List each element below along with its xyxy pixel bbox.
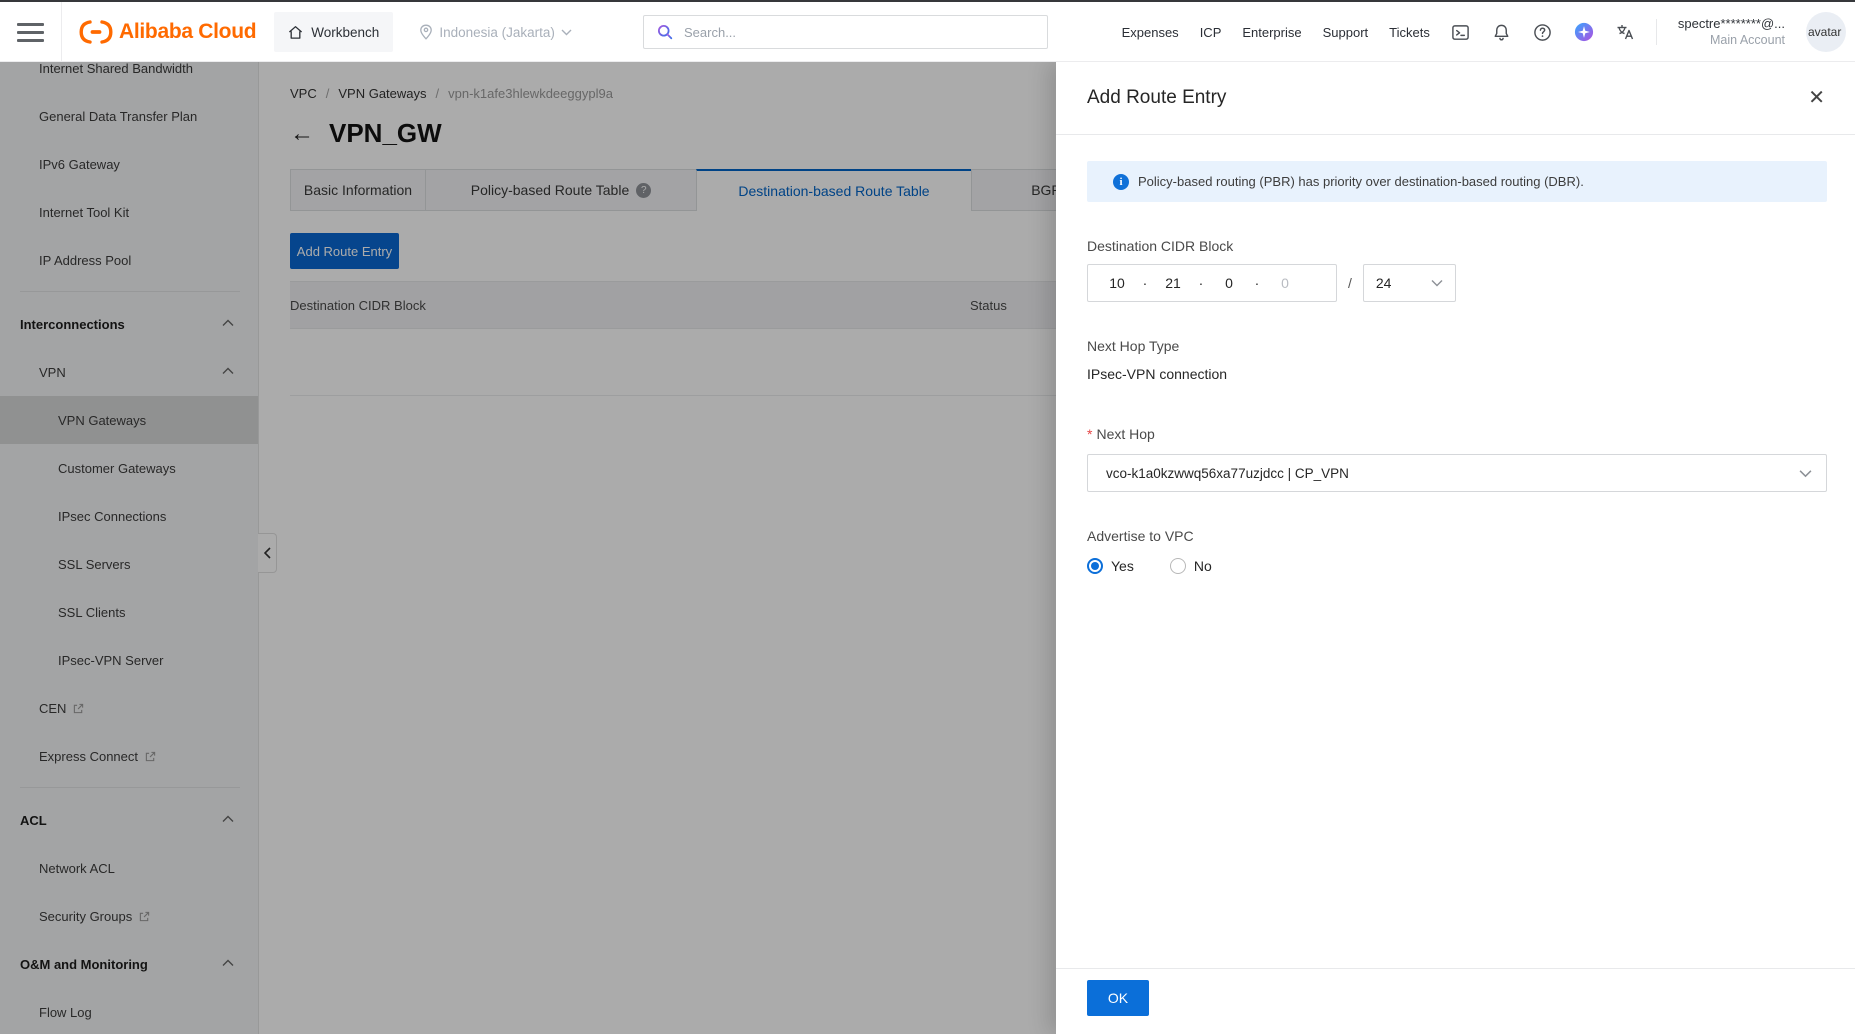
close-icon[interactable]: ✕ xyxy=(1808,88,1825,108)
global-search xyxy=(643,15,1048,49)
pbr-priority-info-alert: i Policy-based routing (PBR) has priorit… xyxy=(1087,161,1827,202)
chevron-down-icon xyxy=(561,29,572,36)
nav-link-icp[interactable]: ICP xyxy=(1200,25,1222,40)
octet-dot: · xyxy=(1142,275,1148,291)
hamburger-icon xyxy=(17,18,44,47)
nav-link-tickets[interactable]: Tickets xyxy=(1389,25,1430,40)
cidr-octet-2-input[interactable]: 21 xyxy=(1150,275,1196,291)
required-mark: * xyxy=(1087,426,1093,442)
ok-button[interactable]: OK xyxy=(1087,980,1149,1016)
account-email: spectre********@... xyxy=(1677,16,1785,31)
location-pin-icon xyxy=(419,24,433,40)
drawer-footer: OK xyxy=(1056,968,1855,1034)
help-icon[interactable] xyxy=(1533,22,1553,42)
region-label: Indonesia (Jakarta) xyxy=(439,24,555,40)
search-icon xyxy=(656,23,674,41)
alibaba-cloud-logo[interactable]: Alibaba Cloud xyxy=(79,19,257,45)
nav-link-expenses[interactable]: Expenses xyxy=(1122,25,1179,40)
search-input[interactable] xyxy=(684,24,1047,40)
header-divider xyxy=(1655,19,1657,45)
home-icon xyxy=(288,25,303,40)
account-info[interactable]: spectre********@... Main Account xyxy=(1678,15,1785,49)
next-hop-label: * Next Hop xyxy=(1087,426,1155,442)
top-header: Alibaba Cloud Workbench Indonesia (Jakar… xyxy=(0,2,1855,62)
next-hop-value: vco-k1a0kzwwq56xa77uzjdcc | CP_VPN xyxy=(1106,465,1349,481)
avatar[interactable]: avatar xyxy=(1806,12,1846,52)
cidr-octet-3-input[interactable]: 0 xyxy=(1206,275,1252,291)
ai-sparkle-icon[interactable] xyxy=(1574,22,1594,42)
drawer-overlay-mask[interactable] xyxy=(0,62,1056,1034)
chevron-down-icon xyxy=(1799,469,1812,477)
info-icon: i xyxy=(1113,173,1129,190)
brand-name: Alibaba Cloud xyxy=(119,20,257,43)
nav-link-enterprise[interactable]: Enterprise xyxy=(1242,25,1301,40)
cidr-octet-inputs: 10 · 21 · 0 · 0 xyxy=(1087,264,1337,302)
radio-yes[interactable]: Yes xyxy=(1087,558,1134,574)
add-route-entry-drawer: Add Route Entry ✕ i Policy-based routing… xyxy=(1056,62,1855,1034)
cidr-octet-4-input[interactable]: 0 xyxy=(1262,275,1308,291)
octet-dot: · xyxy=(1198,275,1204,291)
cidr-octet-1-input[interactable]: 10 xyxy=(1094,275,1140,291)
cidr-prefix-select[interactable]: 24 xyxy=(1362,264,1456,302)
next-hop-type-label: Next Hop Type xyxy=(1087,338,1180,354)
drawer-title: Add Route Entry xyxy=(1087,87,1227,108)
alibaba-cloud-logo-icon xyxy=(79,19,113,45)
region-selector[interactable]: Indonesia (Jakarta) xyxy=(419,24,572,40)
next-hop-select[interactable]: vco-k1a0kzwwq56xa77uzjdcc | CP_VPN xyxy=(1087,454,1827,492)
translate-language-icon[interactable] xyxy=(1615,22,1635,42)
alert-text: Policy-based routing (PBR) has priority … xyxy=(1138,174,1584,189)
radio-selected-icon xyxy=(1087,558,1103,574)
cidr-slash-separator: / xyxy=(1348,275,1352,291)
notifications-bell-icon[interactable] xyxy=(1492,22,1512,42)
workbench-button[interactable]: Workbench xyxy=(274,12,394,52)
nav-link-support[interactable]: Support xyxy=(1323,25,1369,40)
workbench-label: Workbench xyxy=(311,24,380,40)
account-type: Main Account xyxy=(1709,33,1785,47)
next-hop-type-value: IPsec-VPN connection xyxy=(1087,366,1228,382)
radio-no[interactable]: No xyxy=(1169,558,1212,574)
advertise-to-vpc-label: Advertise to VPC xyxy=(1087,528,1194,544)
cidr-prefix-value: 24 xyxy=(1375,275,1392,291)
octet-dot: · xyxy=(1254,275,1260,291)
chevron-down-icon xyxy=(1431,280,1443,287)
cloudshell-terminal-icon[interactable] xyxy=(1451,22,1471,42)
radio-unselected-icon xyxy=(1169,558,1186,574)
destination-cidr-label: Destination CIDR Block xyxy=(1087,238,1234,254)
advertise-radio-group: Yes No xyxy=(1087,558,1827,574)
hamburger-menu-button[interactable] xyxy=(0,2,62,62)
